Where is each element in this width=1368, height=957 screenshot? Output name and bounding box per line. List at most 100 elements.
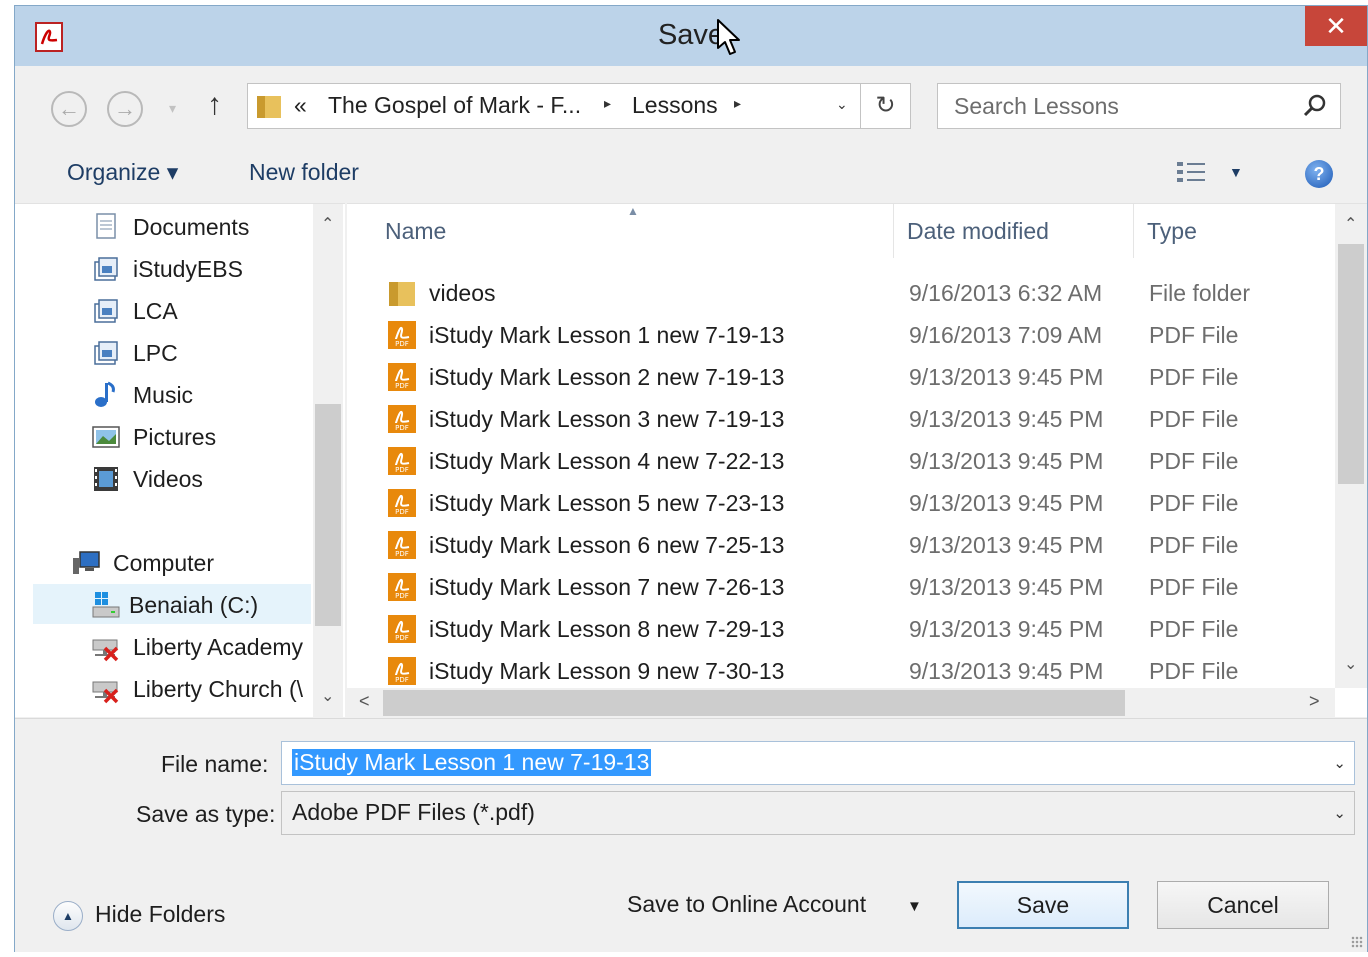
file-row[interactable]: videos 9/16/2013 6:32 AM File folder [347, 272, 1337, 314]
breadcrumb-separator[interactable]: ▸ [734, 95, 741, 112]
nav-item-liberty-academy[interactable]: Liberty Academy [91, 626, 311, 666]
address-dropdown-icon[interactable]: ⌄ [836, 96, 848, 113]
file-date: 9/13/2013 9:45 PM [909, 616, 1104, 642]
nav-item-label: Computer [113, 550, 214, 576]
save-as-type-label: Save as type: [136, 801, 276, 827]
forward-button[interactable]: → [107, 91, 143, 127]
file-date: 9/16/2013 7:09 AM [909, 322, 1103, 348]
pdf-icon: PDF [388, 405, 416, 433]
nav-item-benaiah-drive[interactable]: Benaiah (C:) [33, 584, 311, 624]
nav-item-lca[interactable]: LCA [91, 290, 311, 330]
pdf-icon: PDF [388, 447, 416, 475]
file-row[interactable]: PDF iStudy Mark Lesson 5 new 7-23-13 9/1… [347, 482, 1337, 524]
search-box[interactable]: Search Lessons [937, 83, 1341, 129]
cancel-button[interactable]: Cancel [1157, 881, 1329, 929]
nav-item-label: Benaiah (C:) [129, 592, 259, 618]
breadcrumb-separator[interactable]: ▸ [604, 95, 611, 112]
back-button[interactable]: ← [51, 91, 87, 127]
pictures-icon [92, 426, 120, 448]
file-row[interactable]: PDF iStudy Mark Lesson 6 new 7-25-13 9/1… [347, 524, 1337, 566]
nav-item-label: iStudyEBS [133, 256, 243, 282]
nav-item-label: Music [133, 382, 194, 408]
scroll-up-button[interactable]: ⌃ [1344, 214, 1357, 234]
file-row[interactable]: PDF iStudy Mark Lesson 3 new 7-19-13 9/1… [347, 398, 1337, 440]
file-name: iStudy Mark Lesson 4 new 7-22-13 [429, 448, 785, 474]
dialog-title: Save [657, 19, 725, 51]
mouse-cursor-icon [717, 19, 740, 55]
scroll-down-button[interactable]: ⌄ [321, 686, 334, 706]
column-header-name[interactable]: Name [385, 218, 446, 245]
file-name: iStudy Mark Lesson 7 new 7-26-13 [429, 574, 785, 600]
save-button[interactable]: Save [957, 881, 1129, 929]
command-toolbar: Organize ▾ New folder ▼ ? [15, 144, 1367, 202]
library-icon [94, 299, 118, 323]
save-as-type-dropdown-icon[interactable]: ⌄ [1333, 804, 1346, 822]
file-row[interactable]: PDF iStudy Mark Lesson 1 new 7-19-13 9/1… [347, 314, 1337, 356]
nav-item-lpc[interactable]: LPC [91, 332, 311, 372]
svg-text:PDF: PDF [395, 466, 409, 474]
file-name-label: File name: [161, 751, 269, 777]
network-drive-disconnected-icon [92, 681, 119, 704]
nav-item-liberty-church[interactable]: Liberty Church (\ [91, 668, 311, 708]
help-icon[interactable]: ? [1305, 160, 1333, 188]
column-divider[interactable] [893, 204, 894, 258]
scroll-thumb[interactable] [1338, 244, 1364, 484]
save-to-online-account-button[interactable]: Save to Online Account [627, 891, 866, 918]
recent-locations-button[interactable]: ▾ [169, 100, 176, 117]
title-bar[interactable]: Save ✕ [15, 6, 1367, 66]
breadcrumb-lessons[interactable]: Lessons [632, 92, 718, 119]
scroll-down-button[interactable]: ⌄ [1344, 654, 1357, 674]
file-name-dropdown-icon[interactable]: ⌄ [1333, 754, 1346, 772]
new-folder-button[interactable]: New folder [249, 159, 359, 186]
file-name-field[interactable]: iStudy Mark Lesson 1 new 7-19-13 ⌄ [281, 741, 1355, 785]
file-row[interactable]: PDF iStudy Mark Lesson 4 new 7-22-13 9/1… [347, 440, 1337, 482]
column-header-type[interactable]: Type [1147, 218, 1197, 245]
online-account-dropdown-icon[interactable]: ▼ [907, 898, 922, 915]
file-list-vertical-scrollbar[interactable]: ⌃ ⌄ [1335, 204, 1367, 688]
save-options-panel: File name: iStudy Mark Lesson 1 new 7-19… [15, 718, 1367, 952]
save-as-type-select[interactable]: Adobe PDF Files (*.pdf) ⌄ [281, 791, 1355, 835]
navigation-pane-scrollbar[interactable]: ⌃ ⌄ [313, 204, 343, 718]
scroll-up-button[interactable]: ⌃ [321, 214, 334, 234]
folder-icon [257, 96, 281, 118]
scroll-left-button[interactable]: < [359, 691, 370, 712]
save-as-type-value: Adobe PDF Files (*.pdf) [292, 799, 535, 825]
file-row[interactable]: PDF iStudy Mark Lesson 2 new 7-19-13 9/1… [347, 356, 1337, 398]
column-header-date-modified[interactable]: Date modified [907, 218, 1049, 245]
sort-ascending-icon: ▲ [627, 204, 639, 218]
scroll-thumb[interactable] [315, 404, 341, 626]
file-list-horizontal-scrollbar[interactable]: < > [347, 688, 1335, 718]
scroll-right-button[interactable]: > [1309, 691, 1320, 712]
resize-grip[interactable] [1351, 936, 1363, 948]
organize-menu[interactable]: Organize ▾ [67, 159, 178, 186]
nav-item-videos[interactable]: Videos [91, 458, 311, 498]
pdf-icon: PDF [388, 321, 416, 349]
file-row[interactable]: PDF iStudy Mark Lesson 7 new 7-26-13 9/1… [347, 566, 1337, 608]
nav-item-computer[interactable]: Computer [71, 542, 311, 582]
scroll-thumb[interactable] [383, 690, 1125, 716]
nav-item-pictures[interactable]: Pictures [91, 416, 311, 456]
view-dropdown-icon[interactable]: ▼ [1229, 164, 1243, 180]
navigation-pane: Documents iStudyEBS LCA LPC Music Pictur… [15, 203, 345, 718]
nav-item-istudyebs[interactable]: iStudyEBS [91, 248, 311, 288]
svg-text:PDF: PDF [395, 340, 409, 348]
column-divider[interactable] [1133, 204, 1134, 258]
file-type: PDF File [1149, 490, 1239, 516]
file-row[interactable]: PDF iStudy Mark Lesson 9 new 7-30-13 9/1… [347, 650, 1337, 692]
network-drive-disconnected-icon [92, 639, 119, 662]
breadcrumb-overflow[interactable]: « [294, 92, 307, 119]
breadcrumb-gospel-of-mark[interactable]: The Gospel of Mark - F... [328, 92, 581, 119]
search-input[interactable]: Search Lessons [954, 93, 1119, 120]
up-button[interactable]: ↑ [207, 88, 222, 122]
file-name-input[interactable]: iStudy Mark Lesson 1 new 7-19-13 [292, 749, 652, 776]
change-view-icon[interactable] [1175, 160, 1209, 186]
documents-icon [96, 213, 116, 239]
file-row[interactable]: PDF iStudy Mark Lesson 8 new 7-29-13 9/1… [347, 608, 1337, 650]
nav-item-music[interactable]: Music [91, 374, 311, 414]
address-bar[interactable]: « The Gospel of Mark - F... ▸ Lessons ▸ … [247, 83, 911, 129]
search-icon[interactable] [1302, 93, 1328, 119]
music-icon [95, 381, 115, 407]
close-button[interactable]: ✕ [1305, 6, 1367, 46]
refresh-button[interactable]: ↻ [860, 84, 910, 128]
nav-item-documents[interactable]: Documents [91, 206, 311, 246]
